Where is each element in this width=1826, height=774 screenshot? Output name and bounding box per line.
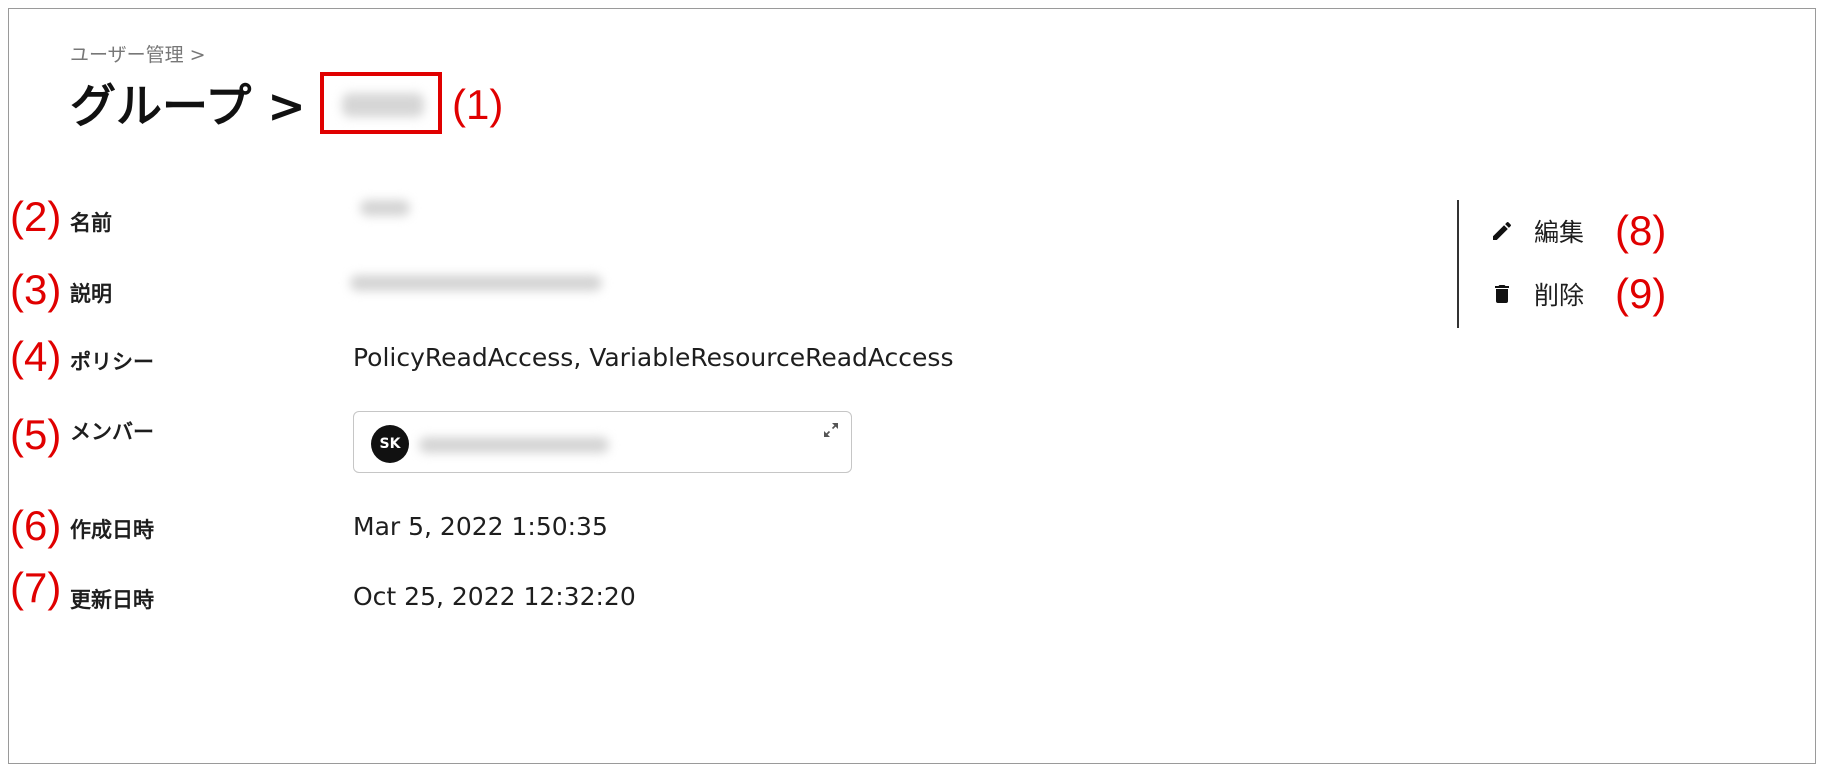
- policy-label: ポリシー: [70, 350, 154, 374]
- annotation-3: (3): [10, 266, 62, 313]
- members-field[interactable]: SK: [353, 411, 852, 473]
- annotation-2: (2): [10, 193, 62, 240]
- page-title-prefix: グループ >: [70, 79, 306, 133]
- policy-value: PolicyReadAccess, VariableResourceReadAc…: [353, 343, 954, 372]
- breadcrumb[interactable]: ユーザー管理 >: [70, 40, 206, 67]
- pencil-icon: [1493, 221, 1512, 240]
- edit-label: 編集: [1534, 218, 1585, 247]
- annotation-5: (5): [10, 411, 62, 458]
- delete-label: 削除: [1534, 281, 1585, 310]
- annotation-9: (9): [1615, 270, 1667, 317]
- members-label: メンバー: [70, 420, 154, 444]
- updated-value: Oct 25, 2022 12:32:20: [353, 582, 636, 611]
- description-label: 説明: [70, 282, 112, 306]
- actions-divider: [1457, 200, 1459, 328]
- annotation-7: (7): [10, 564, 62, 611]
- name-label: 名前: [70, 211, 112, 235]
- annotation-1: (1): [452, 81, 504, 128]
- annotation-8: (8): [1615, 207, 1667, 254]
- created-label: 作成日時: [70, 518, 154, 542]
- annotation-4: (4): [10, 333, 62, 380]
- expand-icon[interactable]: [821, 420, 841, 440]
- member-name-redacted: [419, 437, 609, 453]
- page-title: グループ >: [70, 70, 442, 136]
- edit-button[interactable]: 編集: [1490, 213, 1584, 249]
- annotation-6: (6): [10, 502, 62, 549]
- group-name-redacted: [319, 72, 442, 134]
- trash-icon: [1495, 285, 1509, 303]
- delete-button[interactable]: 削除: [1490, 276, 1584, 312]
- name-value-redacted: [360, 200, 410, 216]
- updated-label: 更新日時: [70, 588, 154, 612]
- created-value: Mar 5, 2022 1:50:35: [353, 512, 608, 541]
- member-avatar: SK: [371, 425, 409, 463]
- description-value-redacted: [350, 275, 602, 291]
